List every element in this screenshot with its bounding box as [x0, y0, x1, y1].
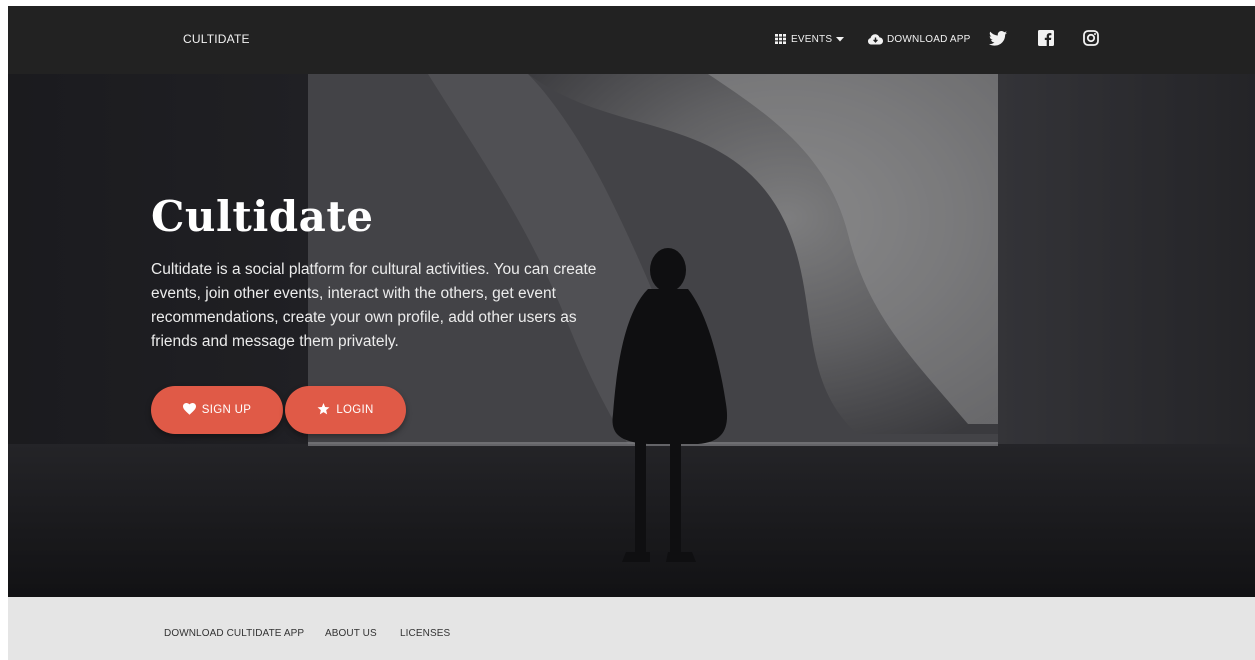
- hero-content: Cultidate Cultidate is a social platform…: [151, 192, 621, 354]
- heart-icon: [182, 402, 202, 418]
- cloud-download-icon: [868, 33, 883, 45]
- hero-section: Cultidate Cultidate is a social platform…: [8, 74, 1255, 597]
- hero-description: Cultidate is a social platform for cultu…: [151, 261, 597, 350]
- instagram-icon[interactable]: [1081, 28, 1101, 48]
- grid-icon: [775, 34, 786, 44]
- footer-link-licenses[interactable]: LICENSES: [400, 628, 450, 639]
- signup-label: SIGN UP: [201, 404, 252, 416]
- download-app-label: DOWNLOAD APP: [887, 33, 971, 45]
- page-frame: CULTIDATE EVENTS DOWNLOAD APP Cultidate …: [8, 6, 1255, 660]
- footer-bar: DOWNLOAD CULTIDATE APP ABOUT US LICENSES: [8, 597, 1255, 660]
- caret-down-icon: [836, 36, 845, 42]
- brand-link[interactable]: CULTIDATE: [183, 32, 250, 46]
- download-app-link[interactable]: DOWNLOAD APP: [868, 30, 971, 48]
- events-label: EVENTS: [791, 33, 833, 45]
- facebook-icon[interactable]: [1036, 28, 1056, 48]
- hero-title: Cultidate: [151, 192, 374, 241]
- top-navbar: CULTIDATE EVENTS DOWNLOAD APP: [8, 6, 1255, 74]
- footer-link-about-us[interactable]: ABOUT US: [325, 628, 377, 639]
- login-label: LOGIN: [336, 404, 374, 416]
- signup-button[interactable]: SIGN UP: [151, 386, 283, 434]
- login-button[interactable]: LOGIN: [285, 386, 406, 434]
- twitter-icon[interactable]: [988, 28, 1008, 48]
- footer-link-download-app[interactable]: DOWNLOAD CULTIDATE APP: [164, 628, 304, 639]
- star-icon: [317, 402, 336, 418]
- events-dropdown[interactable]: EVENTS: [775, 30, 845, 48]
